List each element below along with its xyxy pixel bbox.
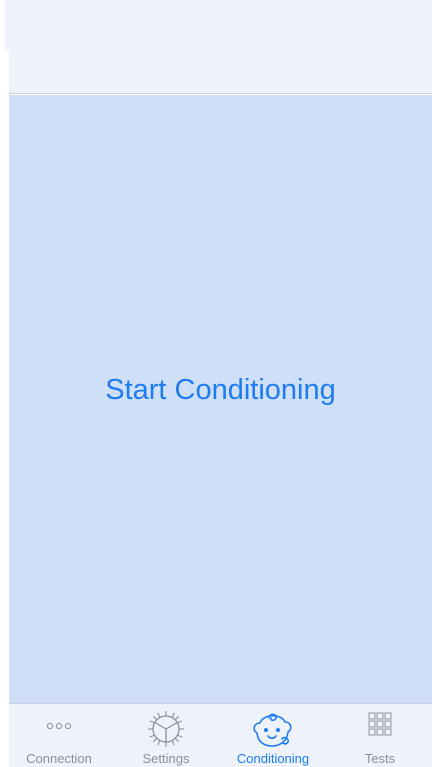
- settings-gear-icon: [148, 711, 184, 747]
- tab-settings-label: Settings: [142, 751, 190, 766]
- grid-icon: [368, 712, 392, 736]
- navigation-bar: [5, 0, 432, 94]
- tab-tests-label: Tests: [364, 751, 396, 766]
- baby-face-icon: [253, 713, 292, 747]
- screen-edge: [0, 50, 9, 767]
- app-screen: Start Conditioning Connection Settings C…: [0, 0, 432, 767]
- conditioning-content-area: Start Conditioning: [9, 95, 432, 703]
- tab-connection-label: Connection: [26, 751, 92, 766]
- start-conditioning-button[interactable]: Start Conditioning: [9, 367, 432, 413]
- tab-connection[interactable]: Connection: [9, 704, 109, 767]
- ellipsis-dots-icon: [46, 722, 72, 730]
- tab-conditioning[interactable]: Conditioning: [223, 704, 323, 767]
- tab-bar: Connection Settings Conditioning Tests: [9, 703, 432, 767]
- tab-settings[interactable]: Settings: [116, 704, 216, 767]
- tab-conditioning-label: Conditioning: [236, 751, 310, 766]
- tab-tests[interactable]: Tests: [330, 704, 430, 767]
